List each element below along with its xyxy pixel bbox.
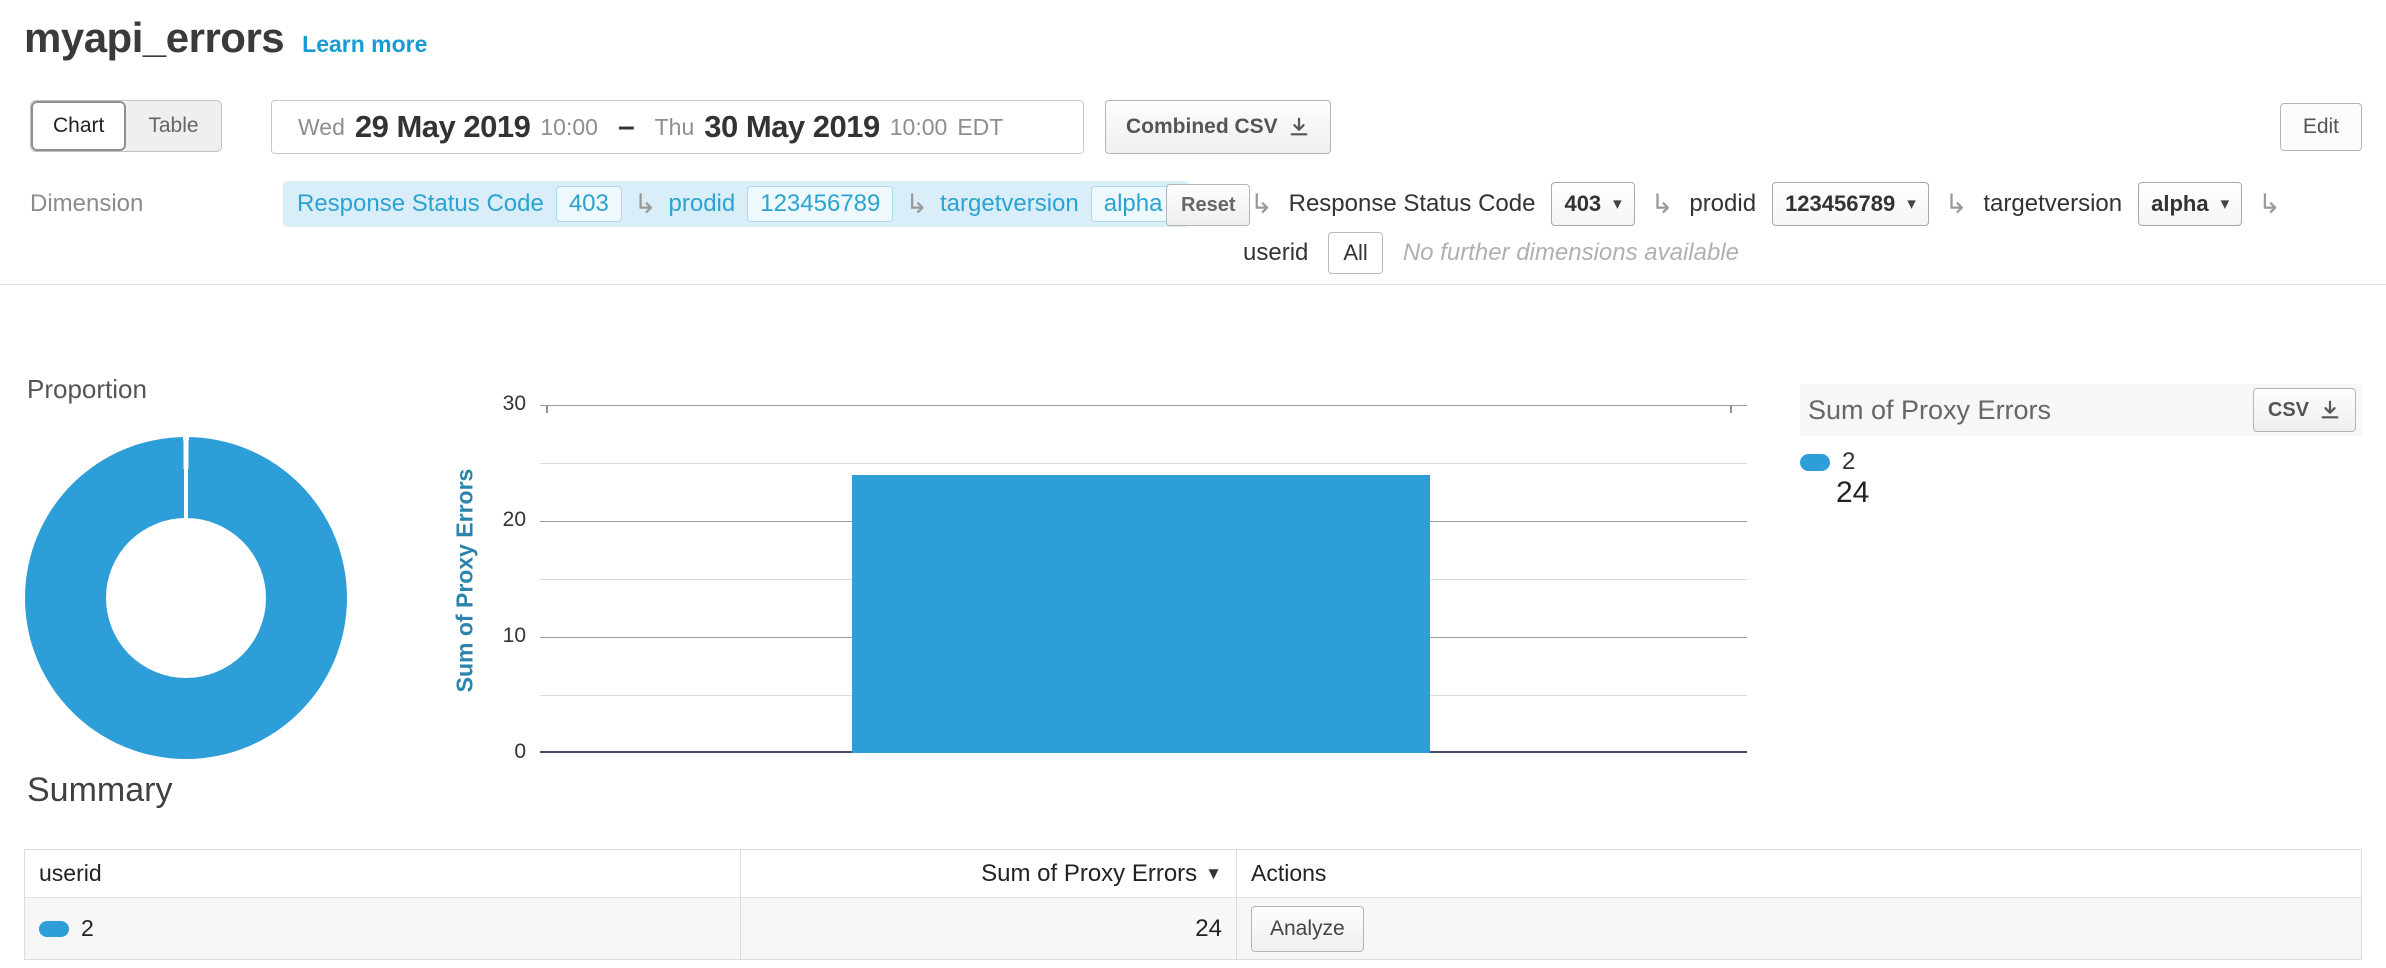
y-tick-label: 30 xyxy=(440,392,526,416)
bar-chart-plot xyxy=(540,405,1747,753)
summary-heading: Summary xyxy=(27,771,172,810)
summary-table: userid Sum of Proxy Errors ▼ Actions 2 2… xyxy=(24,849,2362,960)
branch-arrow-icon: ↳ xyxy=(905,191,928,218)
chart-view-button[interactable]: Chart xyxy=(31,101,126,151)
csv-label: CSV xyxy=(2268,399,2309,422)
breadcrumb-value-chip[interactable]: 403 xyxy=(556,186,622,222)
header: myapi_errors Learn more xyxy=(24,14,427,62)
legend-item[interactable]: 2 xyxy=(1800,448,1855,476)
column-header-sum[interactable]: Sum of Proxy Errors ▼ xyxy=(741,850,1237,897)
download-icon xyxy=(2319,399,2341,421)
download-icon xyxy=(1288,116,1310,138)
userid-value: 2 xyxy=(81,915,94,942)
column-header-actions: Actions xyxy=(1237,850,2361,897)
no-more-dimensions-text: No further dimensions available xyxy=(1403,239,1739,267)
donut-hole xyxy=(106,518,266,678)
breadcrumb-name: targetversion xyxy=(940,190,1079,218)
next-dimension-row: userid All No further dimensions availab… xyxy=(1243,232,1739,274)
selected-value: alpha xyxy=(2151,191,2208,217)
y-tick-label: 10 xyxy=(440,624,526,648)
end-day: Thu xyxy=(655,114,695,141)
series-swatch xyxy=(39,921,69,937)
reset-button[interactable]: Reset xyxy=(1166,184,1250,226)
y-tick-label: 0 xyxy=(440,740,526,764)
view-toggle: Chart Table xyxy=(30,100,222,152)
gridline xyxy=(540,405,1747,406)
chevron-down-icon: ▾ xyxy=(2221,194,2230,214)
gridline xyxy=(540,463,1747,464)
csv-button[interactable]: CSV xyxy=(2253,388,2356,432)
analytics-dashboard: myapi_errors Learn more Chart Table Wed … xyxy=(0,0,2386,968)
selector-name: targetversion xyxy=(1983,190,2122,218)
dimension-selectors: ↳ Response Status Code 403 ▾ ↳ prodid 12… xyxy=(1250,181,2281,227)
bar-rect[interactable] xyxy=(852,475,1430,753)
y-axis-title: Sum of Proxy Errors xyxy=(452,381,479,781)
table-row: 2 24 Analyze xyxy=(25,897,2361,959)
userid-cell: 2 xyxy=(25,898,741,959)
next-dimension-name: userid xyxy=(1243,239,1308,267)
proportion-label: Proportion xyxy=(27,374,147,405)
dimension-label: Dimension xyxy=(30,190,143,218)
table-view-button[interactable]: Table xyxy=(126,101,220,151)
userid-all-button[interactable]: All xyxy=(1328,232,1382,274)
legend-swatch xyxy=(1800,454,1830,471)
breadcrumb-name: prodid xyxy=(669,190,736,218)
branch-arrow-icon: ↳ xyxy=(2258,191,2281,218)
breadcrumb-value-chip[interactable]: alpha xyxy=(1091,186,1176,222)
branch-arrow-icon: ↳ xyxy=(1651,191,1674,218)
prodid-select[interactable]: 123456789 ▾ xyxy=(1772,182,1929,226)
targetversion-select[interactable]: alpha ▾ xyxy=(2138,182,2242,226)
actions-cell: Analyze xyxy=(1237,898,2361,959)
column-header-sum-label: Sum of Proxy Errors xyxy=(981,860,1197,888)
breadcrumb-value-chip[interactable]: 123456789 xyxy=(747,186,893,222)
combined-csv-label: Combined CSV xyxy=(1126,115,1278,139)
y-tick-label: 20 xyxy=(440,508,526,532)
end-time: 10:00 xyxy=(890,114,948,141)
legend-value: 24 xyxy=(1836,476,1869,510)
edit-button[interactable]: Edit xyxy=(2280,103,2362,151)
legend-label: 2 xyxy=(1842,448,1855,476)
selector-name: Response Status Code xyxy=(1289,190,1536,218)
chevron-down-icon: ▾ xyxy=(1907,194,1916,214)
branch-arrow-icon: ↳ xyxy=(1250,191,1273,218)
axis-tick xyxy=(1730,405,1732,413)
table-header-row: userid Sum of Proxy Errors ▼ Actions xyxy=(25,850,2361,897)
chevron-down-icon: ▾ xyxy=(1613,194,1622,214)
selected-value: 403 xyxy=(1564,191,1601,217)
donut-chart[interactable] xyxy=(25,437,347,759)
selector-name: prodid xyxy=(1689,190,1756,218)
axis-tick xyxy=(546,405,548,413)
dimension-breadcrumb: Response Status Code 403 ↳ prodid 123456… xyxy=(283,181,1189,227)
end-date: 30 May 2019 xyxy=(704,109,879,145)
response-status-code-select[interactable]: 403 ▾ xyxy=(1551,182,1634,226)
combined-csv-button[interactable]: Combined CSV xyxy=(1105,100,1331,154)
branch-arrow-icon: ↳ xyxy=(1945,191,1968,218)
date-range-separator: – xyxy=(618,110,635,144)
branch-arrow-icon: ↳ xyxy=(634,191,657,218)
sort-desc-icon: ▼ xyxy=(1205,864,1222,884)
column-header-userid: userid xyxy=(25,850,741,897)
start-day: Wed xyxy=(298,114,345,141)
breadcrumb-name: Response Status Code xyxy=(297,190,544,218)
analyze-button[interactable]: Analyze xyxy=(1251,906,1364,952)
learn-more-link[interactable]: Learn more xyxy=(302,31,427,58)
start-time: 10:00 xyxy=(540,114,598,141)
date-range-picker[interactable]: Wed 29 May 2019 10:00 – Thu 30 May 2019 … xyxy=(271,100,1084,154)
timezone: EDT xyxy=(957,114,1003,141)
sum-cell: 24 xyxy=(741,898,1237,959)
start-date: 29 May 2019 xyxy=(355,109,530,145)
page-title: myapi_errors xyxy=(24,14,284,62)
legend-header: Sum of Proxy Errors CSV xyxy=(1800,384,2362,436)
selected-value: 123456789 xyxy=(1785,191,1895,217)
legend-title: Sum of Proxy Errors xyxy=(1808,395,2051,426)
section-divider xyxy=(0,284,2386,285)
